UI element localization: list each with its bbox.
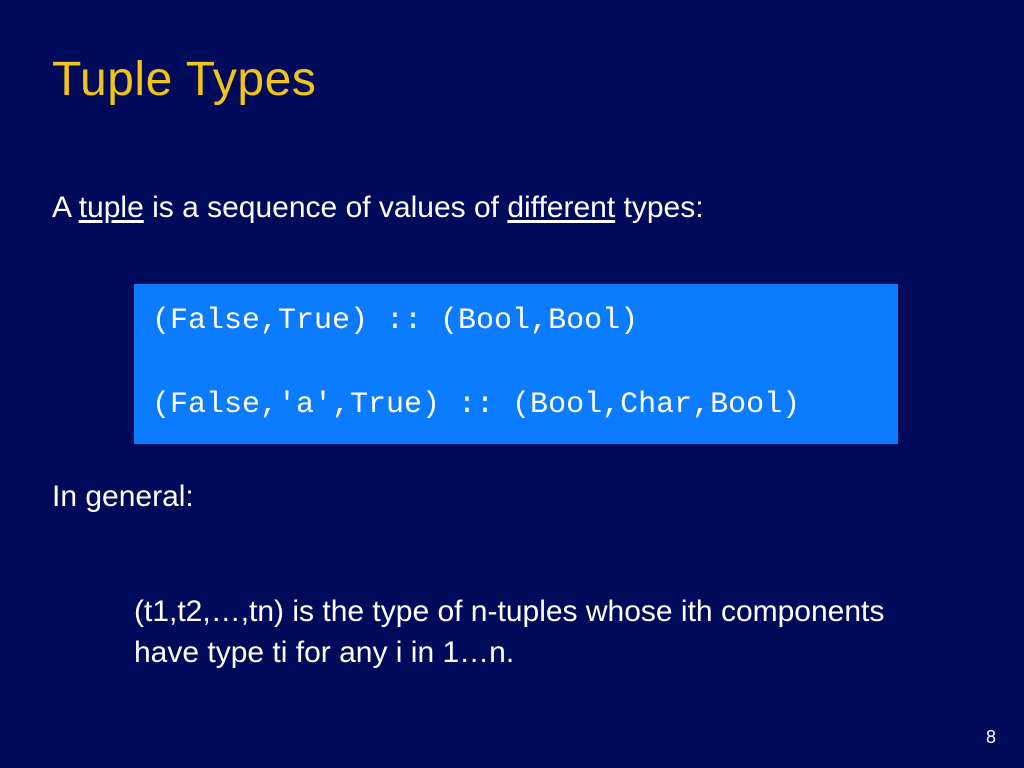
- intro-text: A tuple is a sequence of values of diffe…: [52, 188, 704, 229]
- intro-pre: A: [52, 191, 79, 224]
- intro-mid: is a sequence of values of: [144, 191, 508, 224]
- subheading: In general:: [52, 480, 194, 514]
- code-example-box: (False,True) :: (Bool,Bool) (False,'a',T…: [134, 284, 898, 444]
- intro-underline-different: different: [507, 191, 615, 224]
- intro-post: types:: [615, 191, 703, 224]
- code-line-1: (False,True) :: (Bool,Bool): [152, 304, 638, 338]
- slide: Tuple Types A tuple is a sequence of val…: [0, 0, 1024, 768]
- intro-underline-tuple: tuple: [79, 191, 144, 224]
- page-number: 8: [986, 727, 996, 748]
- general-rule-text: (t1,t2,…,tn) is the type of n-tuples who…: [134, 592, 944, 673]
- code-line-2: (False,'a',True) :: (Bool,Char,Bool): [152, 388, 800, 422]
- slide-title: Tuple Types: [52, 52, 316, 107]
